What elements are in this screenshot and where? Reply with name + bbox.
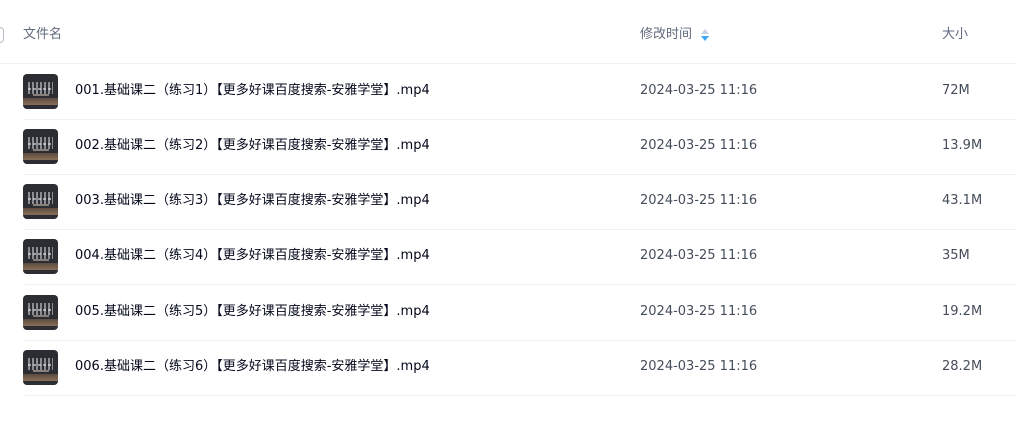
file-size: 35M [942,248,970,263]
video-thumbnail [23,129,58,164]
video-thumbnail [23,350,58,385]
file-size: 19.2M [942,304,983,319]
file-row[interactable]: 003.基础课二（练习3）【更多好课百度搜索-安雅学堂】.mp4 2024-03… [23,174,1016,230]
video-thumbnail [23,295,58,330]
column-header-size[interactable]: 大小 [942,27,968,43]
column-header-modified-time-label: 修改时间 [640,27,693,42]
video-thumbnail [23,184,58,219]
file-name[interactable]: 006.基础课二（练习6）【更多好课百度搜索-安雅学堂】.mp4 [75,359,430,375]
column-header-name[interactable]: 文件名 [23,27,62,43]
file-list-header: 文件名 修改时间 大小 [0,0,1016,64]
file-row[interactable]: 004.基础课二（练习4）【更多好课百度搜索-安雅学堂】.mp4 2024-03… [23,229,1016,285]
file-modified-time: 2024-03-25 11:16 [640,193,758,208]
file-size: 13.9M [942,138,983,153]
sort-icon[interactable] [701,28,710,42]
select-all-checkbox[interactable] [0,27,4,43]
column-header-modified-time[interactable]: 修改时间 [640,27,710,43]
file-row[interactable]: 006.基础课二（练习6）【更多好课百度搜索-安雅学堂】.mp4 2024-03… [23,340,1016,396]
file-row[interactable]: 001.基础课二（练习1）【更多好课百度搜索-安雅学堂】.mp4 2024-03… [23,64,1016,120]
file-size: 43.1M [942,193,983,208]
file-name[interactable]: 004.基础课二（练习4）【更多好课百度搜索-安雅学堂】.mp4 [75,248,430,264]
file-size: 72M [942,83,970,98]
video-thumbnail [23,239,58,274]
file-name[interactable]: 005.基础课二（练习5）【更多好课百度搜索-安雅学堂】.mp4 [75,304,430,320]
video-thumbnail [23,74,58,109]
file-modified-time: 2024-03-25 11:16 [640,248,758,263]
file-row[interactable]: 005.基础课二（练习5）【更多好课百度搜索-安雅学堂】.mp4 2024-03… [23,285,1016,341]
file-name[interactable]: 002.基础课二（练习2）【更多好课百度搜索-安雅学堂】.mp4 [75,138,430,154]
file-modified-time: 2024-03-25 11:16 [640,83,758,98]
file-modified-time: 2024-03-25 11:16 [640,304,758,319]
file-name[interactable]: 001.基础课二（练习1）【更多好课百度搜索-安雅学堂】.mp4 [75,83,430,99]
file-modified-time: 2024-03-25 11:16 [640,138,758,153]
file-modified-time: 2024-03-25 11:16 [640,359,758,374]
file-name[interactable]: 003.基础课二（练习3）【更多好课百度搜索-安雅学堂】.mp4 [75,193,430,209]
file-row[interactable]: 002.基础课二（练习2）【更多好课百度搜索-安雅学堂】.mp4 2024-03… [23,119,1016,175]
file-size: 28.2M [942,359,983,374]
